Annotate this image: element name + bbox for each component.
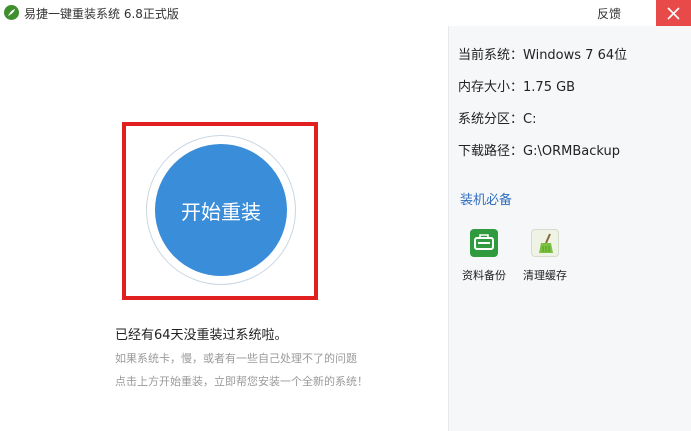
- close-icon: [667, 7, 680, 20]
- app-logo-icon: [4, 5, 19, 20]
- info-value: C:: [523, 112, 537, 127]
- tools-section-title: 装机必备: [460, 193, 513, 208]
- tool-label: 清理缓存: [523, 269, 567, 282]
- title-bar: 易捷一键重装系统 6.8正式版 反馈: [0, 0, 691, 26]
- hint-line-2: 点击上方开始重装，立即帮您安装一个全新的系统！: [115, 375, 368, 388]
- info-label: 下载路径：: [458, 144, 524, 159]
- close-button[interactable]: [656, 0, 691, 26]
- info-download-path: 下载路径：G:\ORMBackup: [458, 140, 620, 159]
- feedback-link[interactable]: 反馈: [597, 5, 621, 22]
- main-panel: 开始重装 已经有64天没重装过系统啦。 如果系统卡，慢，或者有一些自己处理不了的…: [0, 26, 448, 431]
- info-system-partition: 系统分区：C:: [458, 108, 536, 127]
- tool-data-backup[interactable]: 资料备份: [456, 229, 512, 285]
- info-current-system: 当前系统：Windows 7 64位: [458, 44, 627, 63]
- window-title: 易捷一键重装系统 6.8正式版: [24, 7, 179, 21]
- info-value: 1.75 GB: [523, 80, 576, 95]
- broom-icon: [531, 229, 559, 257]
- info-label: 系统分区：: [458, 112, 524, 127]
- info-value: G:\ORMBackup: [523, 144, 620, 159]
- days-since-reinstall: 已经有64天没重装过系统啦。: [115, 328, 288, 343]
- info-memory-size: 内存大小：1.75 GB: [458, 76, 575, 95]
- info-label: 内存大小：: [458, 80, 524, 95]
- info-label: 当前系统：: [458, 48, 524, 63]
- start-reinstall-button[interactable]: 开始重装: [155, 144, 287, 276]
- tool-clear-cache[interactable]: 清理缓存: [517, 229, 573, 285]
- hint-line-1: 如果系统卡，慢，或者有一些自己处理不了的问题: [115, 352, 357, 365]
- info-value: Windows 7 64位: [523, 48, 628, 63]
- sidebar: 当前系统：Windows 7 64位 内存大小：1.75 GB 系统分区：C: …: [448, 26, 691, 431]
- backup-icon: [470, 229, 498, 257]
- tool-label: 资料备份: [462, 269, 506, 282]
